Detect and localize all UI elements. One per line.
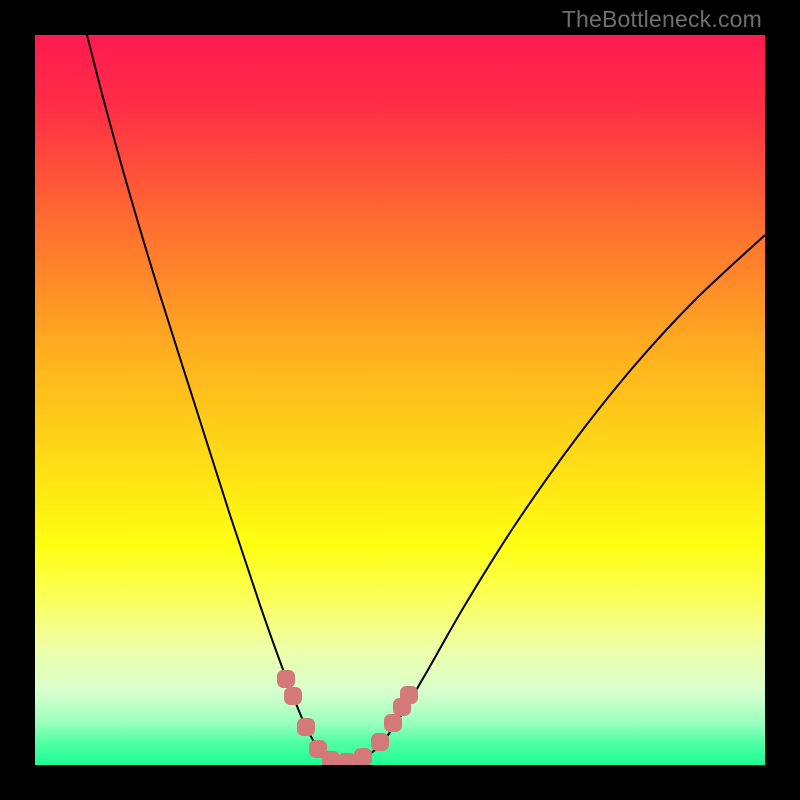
plot-area	[35, 35, 765, 765]
trough-marker	[322, 751, 340, 765]
watermark-label: TheBottleneck.com	[562, 6, 762, 33]
trough-marker	[384, 714, 402, 732]
chart-frame: TheBottleneck.com	[0, 0, 800, 800]
trough-marker-group	[277, 670, 418, 765]
curve-layer	[35, 35, 765, 765]
trough-marker	[297, 718, 315, 736]
trough-marker	[277, 670, 295, 688]
trough-marker	[371, 733, 389, 751]
bottleneck-curve	[87, 35, 765, 762]
trough-marker	[354, 748, 372, 765]
trough-marker	[284, 687, 302, 705]
trough-marker	[338, 753, 356, 765]
trough-marker	[400, 686, 418, 704]
